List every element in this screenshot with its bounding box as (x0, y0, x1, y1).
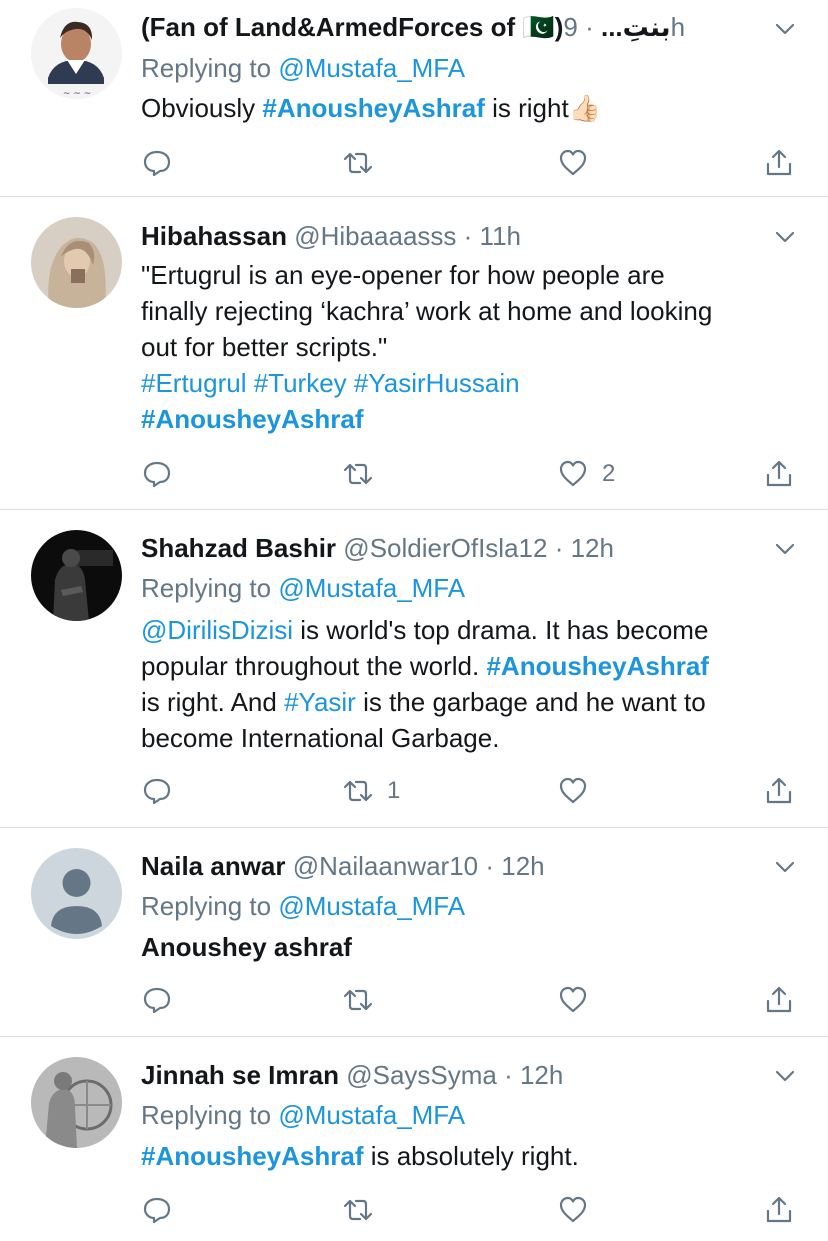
reply-icon (143, 461, 171, 488)
display-name[interactable]: Hibahassan (141, 221, 287, 251)
handle[interactable]: @SoldierOfIsla12 (343, 533, 547, 563)
replying-to: Replying to @Mustafa_MFA (141, 573, 466, 603)
handle[interactable]: @Hibaaaasss (294, 221, 456, 251)
retweet-button[interactable]: 1 (343, 776, 400, 806)
tweet-text: Anoushey ashraf (141, 932, 352, 962)
share-icon (766, 149, 792, 176)
tweet-text: Obviously #AnousheyAshraf is right👍🏻 (141, 93, 602, 123)
timestamp[interactable]: · 12h (504, 1060, 563, 1090)
retweet-icon (343, 989, 373, 1011)
tweet-text-line: "Ertugrul is an eye-opener for how peopl… (141, 260, 665, 290)
reply-icon (143, 150, 171, 177)
replying-to: Replying to @Mustafa_MFA (141, 53, 466, 83)
share-icon (766, 460, 792, 487)
hashtag-link[interactable]: #AnousheyAshraf (141, 402, 364, 436)
display-name[interactable]: Jinnah se Imran (141, 1060, 339, 1090)
share-button[interactable] (764, 459, 794, 489)
tweet-text-line: out for better scripts." (141, 332, 388, 362)
tweet-4[interactable]: Naila anwar @Nailaanwar10 · 12h Replying… (0, 828, 828, 1036)
like-count: 2 (602, 460, 616, 487)
heart-icon (559, 1196, 587, 1223)
replying-to: Replying to @Mustafa_MFA (141, 891, 466, 921)
timestamp[interactable]: · 12h (555, 533, 614, 563)
replying-to-link[interactable]: @Mustafa_MFA (278, 1100, 465, 1130)
share-icon (766, 1196, 792, 1223)
reply-icon (143, 778, 171, 805)
heart-icon (559, 460, 587, 487)
replying-to-link[interactable]: @Mustafa_MFA (278, 53, 465, 83)
timestamp[interactable]: · 12h (485, 851, 544, 881)
heart-icon (559, 149, 587, 176)
retweet-button[interactable] (343, 148, 373, 178)
share-button[interactable] (764, 148, 794, 178)
like-button[interactable] (558, 776, 588, 806)
tweet-text-line: @DirilisDizisi is world's top drama. It … (141, 615, 709, 645)
share-icon (766, 777, 792, 804)
heart-icon (559, 777, 587, 804)
avatar[interactable] (31, 217, 122, 308)
retweet-icon (343, 463, 373, 485)
reply-button[interactable] (142, 459, 172, 489)
reply-icon (143, 987, 171, 1014)
tweet-text-line: become International Garbage. (141, 723, 500, 753)
hashtag-link[interactable]: #AnousheyAshraf (141, 1141, 364, 1171)
share-button[interactable] (764, 1195, 794, 1225)
reply-button[interactable] (142, 148, 172, 178)
reply-button[interactable] (142, 776, 172, 806)
tweet-text-line: popular throughout the world. #AnousheyA… (141, 651, 709, 681)
retweet-button[interactable] (343, 1195, 373, 1225)
display-name[interactable]: Naila anwar (141, 851, 286, 881)
chevron-down-icon[interactable] (772, 854, 798, 880)
avatar[interactable]: ~ ~ ~ (31, 8, 122, 99)
chevron-down-icon[interactable] (772, 16, 798, 42)
tweet-3[interactable]: Shahzad Bashir @SoldierOfIsla12 · 12h Re… (0, 510, 828, 827)
handle[interactable]: @Nailaanwar10 (293, 851, 478, 881)
hashtag-link[interactable]: #AnousheyAshraf (486, 651, 709, 681)
chevron-down-icon[interactable] (772, 536, 798, 562)
reply-button[interactable] (142, 1195, 172, 1225)
like-button[interactable] (558, 1195, 588, 1225)
avatar[interactable] (31, 848, 122, 939)
hashtag-link[interactable]: #AnousheyAshraf (262, 93, 485, 123)
mention-link[interactable]: @DirilisDizisi (141, 615, 293, 645)
replying-to-link[interactable]: @Mustafa_MFA (278, 891, 465, 921)
chevron-down-icon[interactable] (772, 224, 798, 250)
avatar[interactable] (31, 1057, 122, 1148)
tweet-text: #AnousheyAshraf is absolutely right. (141, 1141, 579, 1171)
share-button[interactable] (764, 776, 794, 806)
tweet-5[interactable]: Jinnah se Imran @SaysSyma · 12h Replying… (0, 1037, 828, 1241)
like-button[interactable] (558, 985, 588, 1015)
replying-to-link[interactable]: @Mustafa_MFA (278, 573, 465, 603)
retweet-icon (343, 1199, 373, 1221)
timestamp[interactable]: · 11h (464, 221, 521, 251)
tweet-text-line: finally rejecting ‘kachra’ work at home … (141, 296, 713, 326)
handle[interactable]: @SaysSyma (346, 1060, 497, 1090)
reply-icon (143, 1197, 171, 1224)
retweet-button[interactable] (343, 985, 373, 1015)
avatar[interactable] (31, 530, 122, 621)
retweet-count: 1 (387, 777, 401, 804)
retweet-icon (343, 152, 373, 174)
like-button[interactable] (558, 148, 588, 178)
replying-to: Replying to @Mustafa_MFA (141, 1100, 466, 1130)
share-button[interactable] (764, 985, 794, 1015)
retweet-button[interactable] (343, 459, 373, 489)
share-icon (766, 986, 792, 1013)
like-button[interactable]: 2 (558, 459, 615, 489)
hashtags[interactable]: #Ertugrul #Turkey #YasirHussain (141, 366, 520, 400)
tweet-2[interactable]: Hibahassan @Hibaaaasss · 11h "Ertugrul i… (0, 197, 828, 509)
retweet-icon (343, 780, 373, 802)
tweet-1[interactable]: ~ ~ ~ (Fan of Land&ArmedForces of 🇵🇰)بنت… (0, 0, 828, 196)
display-name[interactable]: Shahzad Bashir (141, 533, 336, 563)
chevron-down-icon[interactable] (772, 1063, 798, 1089)
reply-button[interactable] (142, 985, 172, 1015)
svg-text:~ ~ ~: ~ ~ ~ (63, 89, 91, 99)
hashtag-link[interactable]: #Yasir (284, 687, 356, 717)
heart-icon (559, 986, 587, 1013)
tweet-text-line: is right. And #Yasir is the garbage and … (141, 687, 706, 717)
